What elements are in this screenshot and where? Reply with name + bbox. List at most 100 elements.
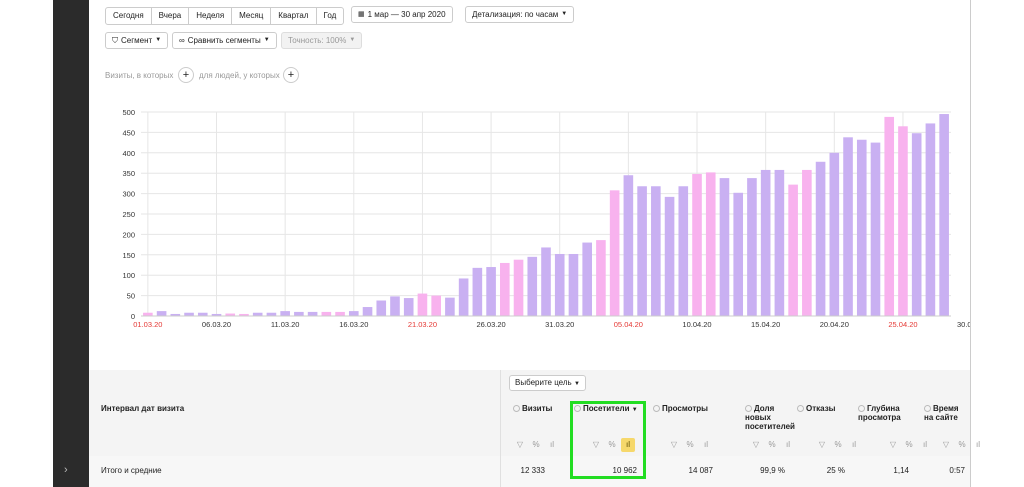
bar-chart-icon[interactable]: ıl: [918, 438, 932, 452]
report-table: Выберите цель ▼ Интервал дат визита Визи…: [89, 370, 980, 487]
bar-chart-icon[interactable]: ıl: [781, 438, 795, 452]
x-tick-label: 31.03.20: [545, 320, 574, 329]
total-visits: 12 333: [520, 466, 545, 475]
filter-icon[interactable]: ▽: [939, 438, 953, 452]
chart-bar: [294, 311, 304, 316]
chart-bar: [568, 253, 579, 316]
chart-bar: [280, 311, 290, 316]
chart-bar: [417, 293, 428, 316]
chart-bar: [582, 242, 592, 316]
column-header-time[interactable]: Время на сайте: [924, 404, 964, 422]
page-edge: [970, 0, 971, 487]
chevron-right-icon[interactable]: ›: [64, 464, 68, 476]
chart-bar: [925, 123, 936, 316]
y-tick-label: 350: [122, 169, 135, 178]
chart-bar: [802, 169, 812, 316]
bar-chart-icon[interactable]: ıl: [699, 438, 713, 452]
chart-bar: [664, 196, 675, 316]
totals-label: Итого и средние: [101, 466, 162, 475]
chart-bar: [747, 178, 757, 316]
info-icon: [745, 405, 752, 412]
y-tick-label: 150: [122, 251, 135, 260]
bar-chart-icon[interactable]: ıl: [847, 438, 861, 452]
percent-icon[interactable]: %: [529, 438, 543, 452]
x-tick-label: 06.03.20: [202, 320, 231, 329]
filter-icon[interactable]: ▽: [513, 438, 527, 452]
chart-bar: [513, 259, 524, 316]
chart-bar: [788, 184, 798, 316]
chart-bar: [623, 175, 634, 316]
percent-icon[interactable]: %: [683, 438, 697, 452]
report-main: Сегодня Вчера Неделя Месяц Квартал Год ▦…: [89, 0, 980, 487]
percent-icon[interactable]: %: [831, 438, 845, 452]
chart-bar: [472, 267, 483, 316]
chart-bar: [637, 186, 647, 316]
chart-bar: [307, 311, 318, 316]
filter-icon[interactable]: ▽: [815, 438, 829, 452]
chart-bar: [692, 174, 702, 316]
chart-bar: [651, 186, 661, 316]
visitors-chart: 05010015020025030035040045050001.03.20 06…: [122, 108, 971, 329]
chart-bar: [856, 139, 867, 316]
chart-bar: [911, 133, 922, 316]
y-tick-label: 500: [122, 108, 135, 117]
y-tick-label: 50: [127, 292, 135, 301]
chart-bar: [362, 307, 373, 316]
percent-icon[interactable]: %: [902, 438, 916, 452]
column-header-views[interactable]: Просмотры: [653, 404, 708, 413]
filter-icon[interactable]: ▽: [749, 438, 763, 452]
filter-icon[interactable]: ▽: [667, 438, 681, 452]
bar-chart-icon[interactable]: ıl: [545, 438, 559, 452]
chart-bar: [445, 297, 455, 316]
chart-bar: [390, 296, 400, 316]
chart-bar: [500, 262, 510, 316]
chart-bar: [678, 186, 689, 316]
x-tick-label: 20.04.20: [820, 320, 849, 329]
chevron-down-icon: ▼: [573, 381, 580, 387]
chart-bar: [829, 152, 840, 316]
column-header-bounces[interactable]: Отказы: [797, 404, 836, 413]
x-tick-label: 25.04.20: [888, 320, 917, 329]
column-label: Визиты: [522, 404, 553, 413]
percent-icon[interactable]: %: [955, 438, 969, 452]
x-tick-label: 01.03.20: [133, 320, 162, 329]
choose-goal-label: Выберите цель: [515, 378, 572, 387]
chart-bar: [760, 169, 771, 316]
chart-bar: [486, 267, 496, 316]
y-tick-label: 300: [122, 190, 135, 199]
x-tick-label: 15.04.20: [751, 320, 780, 329]
filter-icon[interactable]: ▽: [886, 438, 900, 452]
chart-bar: [321, 311, 332, 316]
bar-chart-icon[interactable]: ıl: [971, 438, 985, 452]
y-tick-label: 400: [122, 149, 135, 158]
chart-bar: [376, 300, 387, 316]
column-header-depth[interactable]: Глубина просмотра: [858, 404, 904, 422]
y-tick-label: 100: [122, 271, 135, 280]
column-header-visits[interactable]: Визиты: [513, 404, 552, 413]
percent-icon[interactable]: %: [765, 438, 779, 452]
x-tick-label: 30.04.20: [957, 320, 971, 329]
dimension-header[interactable]: Интервал дат визита: [101, 404, 184, 413]
x-tick-label: 11.03.20: [271, 320, 300, 329]
column-header-new-visitors-share[interactable]: Доля новых посетителей: [745, 404, 795, 431]
x-tick-label: 21.03.20: [408, 320, 437, 329]
chart-bar: [609, 190, 620, 316]
info-icon: [924, 405, 931, 412]
chart-bar: [719, 178, 730, 316]
y-tick-label: 200: [122, 230, 135, 239]
chart-bar: [554, 253, 565, 316]
total-bounces: 25 %: [826, 466, 845, 475]
chart-bar: [870, 142, 881, 316]
chart-bar: [898, 126, 908, 316]
total-depth: 1,14: [893, 466, 909, 475]
x-tick-label: 26.03.20: [476, 320, 505, 329]
chart-bar: [431, 295, 441, 316]
visitors-column-highlight: [570, 401, 646, 479]
chart-bar: [815, 161, 826, 316]
info-icon: [858, 405, 865, 412]
total-new-share: 99,9 %: [760, 466, 785, 475]
chart-bar: [596, 240, 606, 316]
choose-goal-button[interactable]: Выберите цель ▼: [509, 375, 586, 391]
x-tick-label: 16.03.20: [339, 320, 368, 329]
chart-bar: [335, 311, 345, 316]
